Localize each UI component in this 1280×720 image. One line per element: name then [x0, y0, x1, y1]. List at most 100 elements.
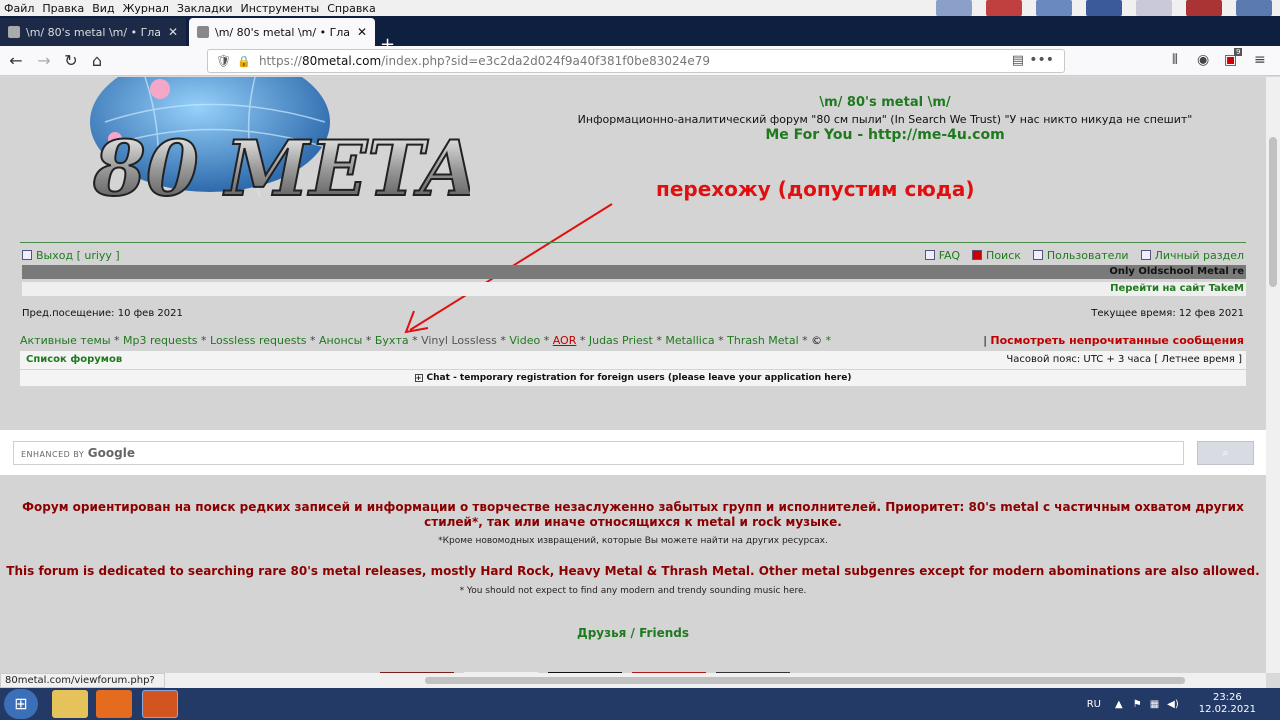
quicklink-bay[interactable]: Бухта	[375, 334, 409, 347]
users-link[interactable]: Пользователи	[1032, 249, 1129, 262]
forum-index-bar: Список форумов Часовой пояс: UTC + 3 час…	[20, 351, 1246, 369]
taskbar: ⊞ RU ▲ ⚑ ▦ ◀) 23:26 12.02.2021	[0, 688, 1280, 720]
quicklink-aor[interactable]: AOR	[553, 334, 577, 347]
account-icon[interactable]: ◉	[1197, 52, 1209, 68]
partner-link[interactable]: Me For You - http://me-4u.com	[500, 127, 1266, 143]
tab-2[interactable]: \m/ 80's metal \m/ • Главная с ✕	[189, 18, 375, 46]
menu-bookmarks[interactable]: Закладки	[177, 2, 233, 15]
menu-edit[interactable]: Правка	[42, 2, 84, 15]
menu-help[interactable]: Справка	[327, 2, 375, 15]
note-en: * You should not expect to find any mode…	[459, 586, 807, 596]
expand-icon[interactable]: +	[414, 374, 423, 382]
quicklink-announcements[interactable]: Анонсы	[319, 334, 362, 347]
system-tray: RU ▲ ⚑ ▦ ◀) 23:26 12.02.2021	[1087, 688, 1280, 720]
last-visit: Пред.посещение: 10 фев 2021	[22, 308, 183, 319]
ticker-text[interactable]: Only Oldschool Metal re	[1109, 266, 1244, 277]
menu-history[interactable]: Журнал	[123, 2, 169, 15]
quicklink-video[interactable]: Video	[509, 334, 540, 347]
quicklink-thrash-metal[interactable]: Thrash Metal	[727, 334, 799, 347]
close-icon[interactable]: ✕	[168, 25, 178, 39]
clock[interactable]: 23:26 12.02.2021	[1199, 692, 1256, 716]
media-player-icon[interactable]	[96, 690, 132, 718]
reload-button[interactable]: ↻	[61, 51, 81, 71]
chat-link[interactable]: Chat - temporary registration for foreig…	[427, 373, 852, 383]
background-desktop-icons	[930, 0, 1280, 16]
faq-icon	[924, 250, 935, 260]
news-ticker-top: Only Oldschool Metal re	[22, 265, 1246, 279]
reader-view-icon[interactable]: ▤	[1012, 53, 1024, 68]
menu-view[interactable]: Вид	[92, 2, 114, 15]
tab-title: \m/ 80's metal \m/ • Главная с	[215, 25, 351, 39]
profile-icon	[1140, 250, 1151, 260]
explorer-icon[interactable]	[52, 690, 88, 718]
lock-icon[interactable]: 🔒	[237, 55, 251, 68]
language-indicator[interactable]: RU	[1087, 699, 1101, 710]
ticker-link[interactable]: Перейти на сайт TakeM	[1110, 283, 1244, 294]
copyright-mark: ©	[811, 334, 823, 347]
description-en: This forum is dedicated to searching rar…	[6, 564, 1260, 578]
volume-icon[interactable]: ◀)	[1167, 699, 1179, 710]
vertical-scrollbar[interactable]	[1266, 77, 1280, 673]
menu-tools[interactable]: Инструменты	[241, 2, 320, 15]
menu-icon[interactable]: ≡	[1254, 52, 1266, 68]
back-button[interactable]: ←	[6, 51, 26, 71]
chat-row: + Chat - temporary registration for forei…	[20, 370, 1246, 386]
network-icon[interactable]: ▦	[1150, 699, 1159, 710]
scrollbar-thumb[interactable]	[425, 677, 1185, 684]
description-ru: Форум ориентирован на поиск редких запис…	[22, 500, 1244, 529]
search-icon: ⌕	[1222, 446, 1229, 459]
tab-title: \m/ 80's metal \m/ • Главная с	[26, 25, 162, 39]
horizontal-scrollbar[interactable]	[165, 673, 1266, 688]
timezone: Часовой пояс: UTC + 3 часа [ Летнее врем…	[1006, 354, 1242, 365]
start-button[interactable]: ⊞	[4, 689, 38, 719]
forum-description: Форум ориентирован на поиск редких запис…	[0, 500, 1266, 640]
header-divider	[20, 242, 1246, 243]
quicklink-lossless-requests[interactable]: Lossless requests	[210, 334, 306, 347]
navigation-bar: ← → ↻ ⌂ 🛡 🔒 https://80metal.com/index.ph…	[0, 46, 1280, 76]
forward-button[interactable]: →	[34, 51, 54, 71]
site-header: \m/ 80's metal \m/ Информационно-аналити…	[500, 95, 1266, 143]
firefox-icon[interactable]	[142, 690, 178, 718]
search-icon	[972, 250, 983, 260]
more-actions-icon[interactable]: •••	[1029, 52, 1054, 68]
quicklink-vinyl-lossless[interactable]: Vinyl Lossless	[421, 334, 497, 347]
home-button[interactable]: ⌂	[87, 51, 107, 71]
logout-link[interactable]: Выход [ uriyy ]	[22, 249, 120, 262]
quick-links: Активные темы * Mp3 requests * Lossless …	[20, 334, 832, 347]
faq-link[interactable]: FAQ	[924, 249, 960, 262]
tab-1[interactable]: \m/ 80's metal \m/ • Главная с ✕	[0, 18, 186, 46]
google-search-button[interactable]: ⌕	[1197, 441, 1254, 465]
google-search-input[interactable]: ENHANCED BY Google	[13, 441, 1184, 465]
note-ru: *Кроме новомодных извращений, которые Вы…	[438, 536, 828, 546]
unread-posts-link[interactable]: | Посмотреть непрочитанные сообщения	[983, 334, 1244, 347]
current-time: Текущее время: 12 фев 2021	[1091, 308, 1244, 319]
close-icon[interactable]: ✕	[357, 25, 367, 39]
menu-bar: Файл Правка Вид Журнал Закладки Инструме…	[0, 0, 1280, 16]
shield-icon[interactable]: 🛡	[216, 54, 231, 68]
news-ticker-bottom: Перейти на сайт TakeM	[22, 282, 1246, 296]
quicklink-active-topics[interactable]: Активные темы	[20, 334, 111, 347]
library-icon[interactable]: ⫴	[1172, 52, 1178, 68]
search-link[interactable]: Поиск	[972, 249, 1021, 262]
menu-file[interactable]: Файл	[4, 2, 34, 15]
quicklink-judas-priest[interactable]: Judas Priest	[589, 334, 653, 347]
friends-heading: Друзья / Friends	[577, 626, 689, 640]
site-subtitle: Информационно-аналитический форум "80 см…	[577, 113, 1193, 126]
scrollbar-thumb[interactable]	[1269, 137, 1277, 287]
user-bar: Выход [ uriyy ] FAQ Поиск Пользователи Л…	[22, 249, 1246, 263]
tab-bar: \m/ 80's metal \m/ • Главная с ✕ \m/ 80'…	[0, 16, 1280, 55]
horns-icon	[197, 26, 209, 38]
address-bar[interactable]: 🛡 🔒 https://80metal.com/index.php?sid=e3…	[207, 49, 1065, 73]
quicklink-mp3-requests[interactable]: Mp3 requests	[123, 334, 198, 347]
personal-link[interactable]: Личный раздел	[1140, 249, 1244, 262]
user-menu: FAQ Поиск Пользователи Личный раздел	[924, 249, 1244, 262]
forum-list-link[interactable]: Список форумов	[26, 354, 122, 365]
google-search-bar: ENHANCED BY Google ⌕	[0, 430, 1266, 475]
web-page: 80 METAL \m/ 80's metal \m/ Информационн…	[0, 77, 1266, 673]
status-url: 80metal.com/viewforum.php?f=212	[0, 673, 165, 699]
horns-icon	[8, 26, 20, 38]
flag-icon[interactable]: ⚑	[1133, 699, 1142, 710]
quicklink-metallica[interactable]: Metallica	[665, 334, 714, 347]
tray-expand-icon[interactable]: ▲	[1115, 699, 1123, 710]
url-text: https://80metal.com/index.php?sid=e3c2da…	[258, 54, 710, 68]
